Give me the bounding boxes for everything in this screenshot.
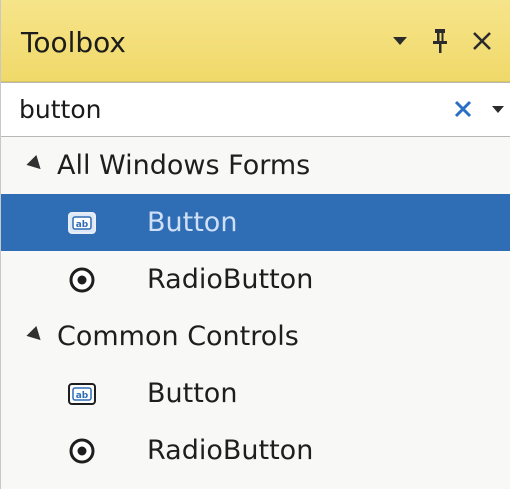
item-label: RadioButton: [147, 435, 314, 466]
toolbox-item-button[interactable]: ab Button: [1, 194, 510, 251]
item-label: RadioButton: [147, 264, 314, 295]
clear-search-button[interactable]: [448, 93, 478, 125]
svg-text:ab: ab: [76, 391, 89, 401]
toolbox-item-radiobutton[interactable]: RadioButton: [1, 251, 510, 308]
item-label: Button: [147, 378, 238, 409]
auto-hide-pin-button[interactable]: [425, 22, 455, 60]
button-control-icon: ab: [68, 383, 96, 405]
expanded-arrow-icon[interactable]: [26, 154, 46, 175]
group-common-controls[interactable]: Common Controls: [1, 308, 510, 365]
toolbox-item-radiobutton[interactable]: RadioButton: [1, 422, 510, 479]
chevron-down-icon: [492, 106, 504, 113]
close-button[interactable]: [467, 22, 497, 60]
pin-icon: [433, 29, 447, 53]
toolbox-item-button[interactable]: ab Button: [1, 365, 510, 422]
clear-x-icon: [454, 100, 472, 118]
search-input[interactable]: [19, 89, 439, 129]
window-position-button[interactable]: [385, 22, 415, 60]
chevron-down-icon: [393, 37, 407, 45]
toolbox-panel: Toolbox button All Windows Forms ab Butt…: [0, 0, 510, 489]
group-label: Common Controls: [57, 321, 299, 352]
search-options-button[interactable]: [487, 93, 509, 125]
radio-button-icon: [69, 438, 95, 464]
expanded-arrow-icon[interactable]: [26, 325, 46, 346]
close-icon: [473, 32, 491, 50]
button-control-icon: ab: [68, 212, 96, 234]
group-all-windows-forms[interactable]: All Windows Forms: [1, 137, 510, 194]
search-box: [1, 82, 510, 137]
group-label: All Windows Forms: [57, 150, 311, 181]
toolbox-list: All Windows Forms ab Button RadioButton …: [1, 137, 510, 479]
item-label: Button: [147, 207, 238, 238]
radio-button-icon: [69, 267, 95, 293]
title-bar: Toolbox: [1, 0, 510, 82]
panel-title: Toolbox: [21, 26, 126, 59]
svg-text:ab: ab: [76, 220, 89, 230]
